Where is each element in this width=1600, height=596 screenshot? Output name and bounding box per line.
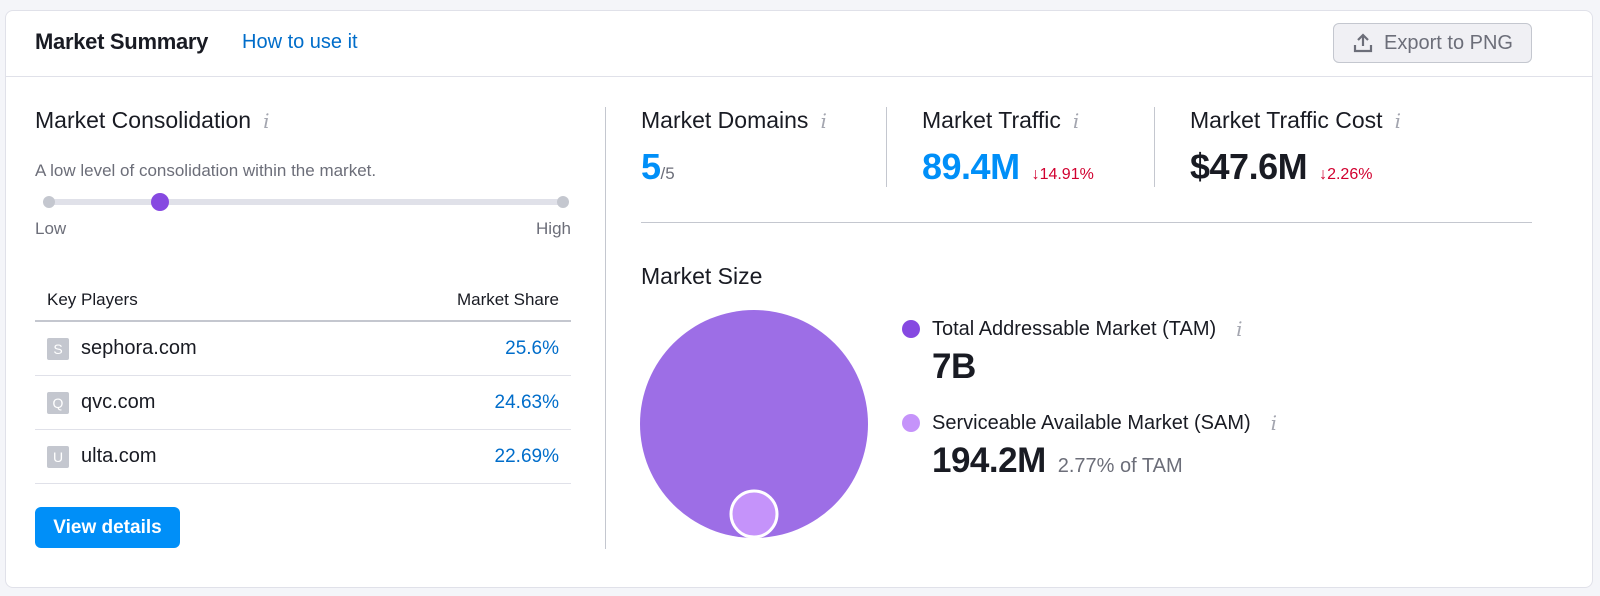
table-header: Key Players Market Share <box>35 279 571 322</box>
slider-low-end <box>43 196 55 208</box>
col-market-share: Market Share <box>456 289 559 309</box>
slider-track <box>47 199 565 205</box>
market-traffic-cost-value: $47.6M <box>1190 146 1308 187</box>
metric-title: Market Traffic Cost <box>1190 107 1383 133</box>
market-share-value[interactable]: 22.69% <box>495 446 559 468</box>
slider-high-label: High <box>536 219 571 238</box>
sam-legend-dot <box>902 414 920 432</box>
domain-name: qvc.com <box>81 391 156 413</box>
legend-tam: Total Addressable Market (TAM) i 7B <box>902 317 1243 387</box>
market-domains-value[interactable]: 5 <box>641 146 661 188</box>
favicon-icon: S <box>47 337 69 360</box>
legend-sam: Serviceable Available Market (SAM) i 194.… <box>902 411 1277 481</box>
domain-name: ulta.com <box>81 445 157 467</box>
domain-name: sephora.com <box>81 337 197 359</box>
info-icon[interactable]: i <box>1236 317 1242 341</box>
sam-bubble <box>729 489 779 539</box>
market-domains-total: /5 <box>660 164 675 183</box>
market-traffic-cost-delta: ↓2.26% <box>1319 166 1373 183</box>
metric-market-traffic-cost: Market Traffic Cost i $47.6M ↓2.26% <box>1190 107 1401 188</box>
metric-title: Market Traffic <box>922 107 1061 133</box>
market-traffic-value[interactable]: 89.4M <box>922 146 1020 188</box>
info-icon[interactable]: i <box>1073 109 1079 133</box>
consolidation-level-slider <box>43 193 569 211</box>
upload-icon <box>1353 33 1373 53</box>
export-to-png-button[interactable]: Export to PNG <box>1333 23 1532 63</box>
metric-divider <box>886 107 887 187</box>
market-traffic-delta: ↓14.91% <box>1031 166 1094 183</box>
market-summary-card: Market Summary How to use it Export to P… <box>5 10 1593 588</box>
metric-market-domains: Market Domains i 5 /5 <box>641 107 827 188</box>
tam-value: 7B <box>932 347 976 386</box>
market-consolidation-title: Market Consolidation i <box>35 107 269 134</box>
how-to-use-link[interactable]: How to use it <box>242 31 358 54</box>
sam-value: 194.2M <box>932 441 1046 480</box>
metric-title: Market Domains <box>641 107 809 133</box>
col-key-players: Key Players <box>47 289 138 309</box>
slider-low-label: Low <box>35 219 67 238</box>
key-players-table: Key Players Market Share Ssephora.com 25… <box>35 279 571 484</box>
page-title: Market Summary <box>35 29 209 54</box>
tam-label: Total Addressable Market (TAM) <box>932 317 1217 340</box>
market-share-value[interactable]: 25.6% <box>505 338 559 360</box>
metric-divider <box>1154 107 1155 187</box>
table-row: Uulta.com 22.69% <box>35 430 571 484</box>
market-share-value[interactable]: 24.63% <box>495 392 559 414</box>
info-icon[interactable]: i <box>1271 411 1277 435</box>
market-size-bubble-chart <box>640 310 868 539</box>
card-header: Market Summary How to use it Export to P… <box>6 11 1592 77</box>
slider-thumb <box>151 193 170 211</box>
table-row: Ssephora.com 25.6% <box>35 322 571 376</box>
tam-legend-dot <box>902 320 920 338</box>
info-icon[interactable]: i <box>1395 109 1401 133</box>
table-row: Qqvc.com 24.63% <box>35 376 571 430</box>
market-size-title: Market Size <box>641 263 763 289</box>
export-button-label: Export to PNG <box>1384 31 1513 54</box>
consolidation-description: A low level of consolidation within the … <box>35 161 377 180</box>
sam-label: Serviceable Available Market (SAM) <box>932 411 1251 434</box>
section-divider <box>605 107 606 549</box>
info-icon[interactable]: i <box>263 109 269 133</box>
sam-pct-of-tam: 2.77% of TAM <box>1057 455 1183 477</box>
metric-market-traffic: Market Traffic i 89.4M ↓14.91% <box>922 107 1094 188</box>
market-consolidation-label: Market Consolidation <box>35 107 252 133</box>
info-icon[interactable]: i <box>820 109 826 133</box>
favicon-icon: Q <box>47 391 69 414</box>
favicon-icon: U <box>47 445 69 468</box>
slider-high-end <box>557 196 569 208</box>
view-details-button[interactable]: View details <box>35 507 180 548</box>
horizontal-divider <box>641 222 1532 223</box>
